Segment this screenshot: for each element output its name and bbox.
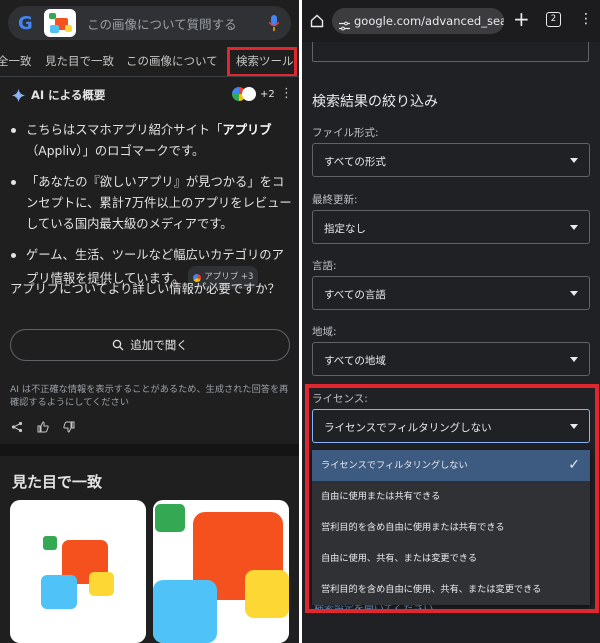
ai-disclaimer: AI は不正確な情報を表示することがあるため、生成された回答を再確認するようにし… <box>10 384 289 408</box>
share-icon[interactable] <box>11 421 23 433</box>
list-item: 「あなたの『欲しいアプリ』が見つかる」をコンセプトに、累計7万件以上のアプリをレ… <box>10 172 293 235</box>
ai-overview-header: AI による概要 <box>12 87 105 103</box>
follow-up-question: アプリブについてより詳しい情報が必要ですか？ <box>10 282 280 296</box>
thumbs-down-icon[interactable] <box>63 421 75 433</box>
home-icon[interactable] <box>310 13 324 32</box>
source-favicon-icon <box>242 87 256 101</box>
tab-about-image[interactable]: この画像について <box>126 53 218 69</box>
file-type-select[interactable]: すべての形式 <box>312 143 590 177</box>
license-highlight <box>305 384 599 613</box>
google-logo-icon: G <box>18 13 33 34</box>
section-divider <box>0 444 299 456</box>
ai-overview-bullets: こちらはスマホアプリ紹介サイト「アプリブ（Appliv）」のロゴマークです。 「… <box>10 120 293 300</box>
thumbs-up-icon[interactable] <box>37 421 49 433</box>
address-bar[interactable]: google.com/advanced_search <box>332 8 504 34</box>
file-type-label: ファイル形式: <box>312 127 379 139</box>
dropdown-arrow-icon <box>570 291 578 296</box>
tab-exact-match[interactable]: 全一致 <box>0 53 32 69</box>
lens-tabs: 全一致 見た目で一致 この画像について 検索ツール <box>0 44 299 77</box>
dropdown-arrow-icon <box>570 158 578 163</box>
browser-toolbar: google.com/advanced_search + 2 ⋮ <box>302 0 600 42</box>
region-select[interactable]: すべての地域 <box>312 342 590 376</box>
tab-count-button[interactable]: 2 <box>546 12 561 27</box>
browser-menu-icon[interactable]: ⋮ <box>579 11 593 27</box>
google-lens-pane: G この画像について質問する 全一致 見た目で一致 この画像について 検索ツール… <box>0 0 299 643</box>
last-update-select[interactable]: 指定なし <box>312 210 590 244</box>
more-options-icon[interactable]: ⋮ <box>280 86 293 101</box>
visual-matches-title: 見た目で一致 <box>12 473 103 491</box>
search-input[interactable]: この画像について質問する <box>87 14 237 33</box>
ai-overview-title: AI による概要 <box>31 88 106 102</box>
sparkle-search-icon <box>113 339 124 351</box>
visual-match-image[interactable] <box>10 500 146 643</box>
filter-section-title: 検索結果の絞り込み <box>312 94 438 110</box>
list-item: こちらはスマホアプリ紹介サイト「アプリブ（Appliv）」のロゴマークです。 <box>10 120 293 162</box>
visual-match-image[interactable] <box>153 500 289 643</box>
previous-field[interactable] <box>312 42 589 62</box>
query-image-thumbnail[interactable] <box>44 9 76 37</box>
dropdown-arrow-icon <box>570 225 578 230</box>
tab-divider <box>0 76 299 77</box>
language-select[interactable]: すべての言語 <box>312 276 590 310</box>
last-update-label: 最終更新: <box>312 194 358 206</box>
url-text: google.com/advanced_search <box>354 14 504 28</box>
tab-visual-matches[interactable]: 見た目で一致 <box>45 53 114 69</box>
dropdown-arrow-icon <box>570 357 578 362</box>
microphone-icon[interactable] <box>268 15 280 35</box>
region-label: 地域: <box>312 326 337 338</box>
ask-follow-up-button[interactable]: 追加で聞く <box>10 329 290 361</box>
sparkle-icon <box>12 88 25 102</box>
language-label: 言語: <box>312 260 337 272</box>
site-settings-icon[interactable] <box>339 16 350 34</box>
sources-more-count: +2 <box>260 88 275 100</box>
feedback-row <box>11 421 75 433</box>
search-bar[interactable]: G この画像について質問する <box>8 6 291 40</box>
advanced-search-pane: google.com/advanced_search + 2 ⋮ 検索結果の絞り… <box>302 0 600 643</box>
new-tab-icon[interactable]: + <box>513 9 530 29</box>
ai-sources[interactable]: +2 <box>232 87 275 101</box>
search-tools-highlight <box>227 47 297 77</box>
